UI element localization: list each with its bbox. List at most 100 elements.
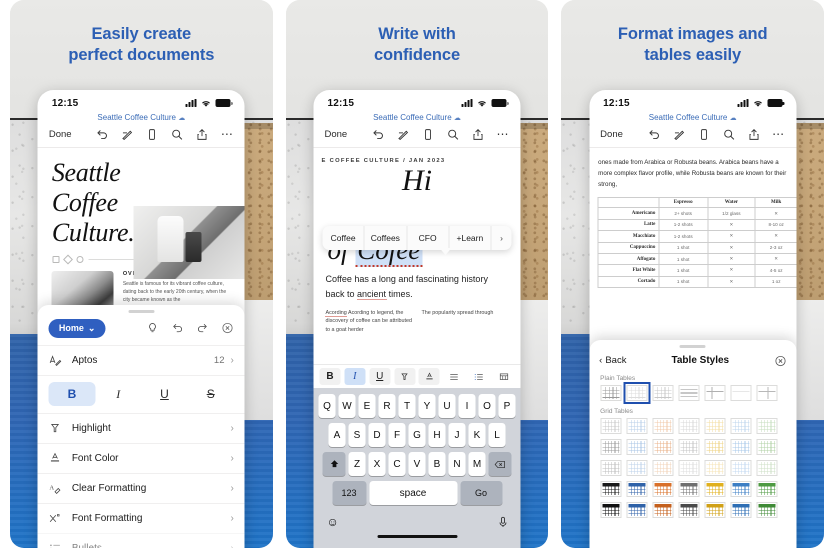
italic-button[interactable]: I [95, 382, 141, 407]
table-style-swatch-selected[interactable] [623, 381, 651, 404]
space-key[interactable]: space [369, 481, 457, 505]
table-style-swatch[interactable] [756, 480, 778, 497]
table-style-swatch[interactable] [600, 501, 622, 518]
key[interactable]: S [348, 423, 366, 447]
table-style-swatch[interactable] [600, 480, 622, 497]
undo-icon[interactable] [647, 128, 660, 141]
coffee-table[interactable]: Espresso Water Milk Milk Americano2+ sho… [597, 196, 797, 289]
share-icon[interactable] [472, 128, 485, 141]
suggestion-more-button[interactable]: › [492, 226, 512, 250]
key[interactable]: B [428, 452, 446, 476]
key[interactable]: V [408, 452, 426, 476]
suggestion-option[interactable]: CFO [407, 226, 450, 250]
more-icon[interactable]: ⋯ [497, 127, 510, 141]
table-style-swatch[interactable] [756, 417, 778, 434]
table-style-swatch[interactable] [626, 438, 648, 455]
italic-button[interactable]: I [344, 368, 366, 385]
table-style-swatch[interactable] [652, 417, 674, 434]
table-style-swatch[interactable] [678, 480, 700, 497]
table-style-swatch[interactable] [704, 501, 726, 518]
table-style-swatch[interactable] [704, 438, 726, 455]
table-style-swatch[interactable] [730, 501, 752, 518]
key[interactable]: O [478, 394, 496, 418]
close-icon[interactable] [774, 355, 786, 367]
font-color-button[interactable] [418, 368, 440, 385]
suggestion-option[interactable]: Coffee [323, 226, 365, 250]
search-icon[interactable] [722, 128, 735, 141]
menu-row-font-color[interactable]: Font Color › [37, 442, 245, 473]
table-style-swatch[interactable] [626, 480, 648, 497]
numbered-list-button[interactable] [469, 368, 490, 385]
underline-button[interactable]: U [369, 368, 391, 385]
redo-pen-icon[interactable] [121, 128, 134, 141]
key[interactable]: J [448, 423, 466, 447]
phone-layout-icon[interactable] [422, 128, 435, 141]
key[interactable]: Y [418, 394, 436, 418]
sheet-grabber[interactable] [128, 310, 155, 313]
table-button[interactable] [494, 368, 515, 385]
share-icon[interactable] [196, 128, 209, 141]
key[interactable]: X [368, 452, 386, 476]
table-style-swatch[interactable] [704, 459, 726, 476]
suggestion-option[interactable]: +Learn [449, 226, 492, 250]
close-icon[interactable] [222, 322, 234, 334]
numbers-key[interactable]: 123 [332, 481, 366, 505]
sheet-grabber[interactable] [679, 345, 706, 348]
key[interactable]: K [468, 423, 486, 447]
undo-icon[interactable] [172, 322, 184, 334]
key[interactable]: Z [348, 452, 366, 476]
phone-layout-icon[interactable] [146, 128, 159, 141]
document-title-bar[interactable]: Seattle Coffee Culture ☁ [314, 112, 521, 125]
undo-icon[interactable] [96, 128, 109, 141]
table-style-swatch[interactable] [730, 417, 752, 434]
menu-row-font-formatting[interactable]: Font Formatting › [37, 502, 245, 533]
table-style-swatch[interactable] [652, 384, 674, 401]
table-style-swatch[interactable] [626, 417, 648, 434]
suggestion-option[interactable]: Coffees [365, 226, 407, 250]
search-icon[interactable] [171, 128, 184, 141]
key[interactable]: U [438, 394, 456, 418]
table-style-swatch[interactable] [704, 417, 726, 434]
menu-row-bullets[interactable]: Bullets › [37, 532, 245, 548]
table-style-swatch[interactable] [678, 459, 700, 476]
table-style-swatch[interactable] [678, 438, 700, 455]
key[interactable]: P [498, 394, 516, 418]
more-icon[interactable]: ⋯ [221, 127, 234, 141]
table-style-swatch[interactable] [626, 501, 648, 518]
table-style-swatch[interactable] [756, 438, 778, 455]
key[interactable]: T [398, 394, 416, 418]
table-style-swatch[interactable] [678, 384, 700, 401]
key[interactable]: E [358, 394, 376, 418]
table-style-swatch[interactable] [730, 480, 752, 497]
table-style-swatch[interactable] [730, 384, 752, 401]
table-style-swatch[interactable] [652, 501, 674, 518]
highlighter-button[interactable] [394, 368, 416, 385]
microphone-icon[interactable] [499, 516, 508, 529]
done-button[interactable]: Done [325, 129, 348, 140]
back-button[interactable]: ‹ Back [599, 355, 626, 366]
table-style-swatch[interactable] [756, 459, 778, 476]
font-row[interactable]: Aptos 12 › [37, 344, 245, 375]
lightbulb-icon[interactable] [147, 322, 159, 334]
share-icon[interactable] [747, 128, 760, 141]
table-style-swatch[interactable] [600, 459, 622, 476]
key[interactable]: L [488, 423, 506, 447]
table-style-swatch[interactable] [678, 417, 700, 434]
key[interactable]: Q [318, 394, 336, 418]
table-style-swatch[interactable] [756, 384, 778, 401]
table-style-swatch[interactable] [678, 501, 700, 518]
undo-icon[interactable] [372, 128, 385, 141]
key[interactable]: H [428, 423, 446, 447]
strikethrough-button[interactable]: S [188, 382, 234, 406]
key[interactable]: G [408, 423, 426, 447]
redo-pen-icon[interactable] [397, 128, 410, 141]
table-style-swatch[interactable] [652, 459, 674, 476]
menu-row-highlight[interactable]: Highlight › [37, 412, 245, 443]
phone-layout-icon[interactable] [697, 128, 710, 141]
table-style-swatch[interactable] [704, 384, 726, 401]
table-style-swatch[interactable] [652, 480, 674, 497]
key[interactable]: D [368, 423, 386, 447]
redo-icon[interactable] [197, 322, 209, 334]
done-button[interactable]: Done [49, 129, 72, 140]
table-style-swatch[interactable] [756, 501, 778, 518]
